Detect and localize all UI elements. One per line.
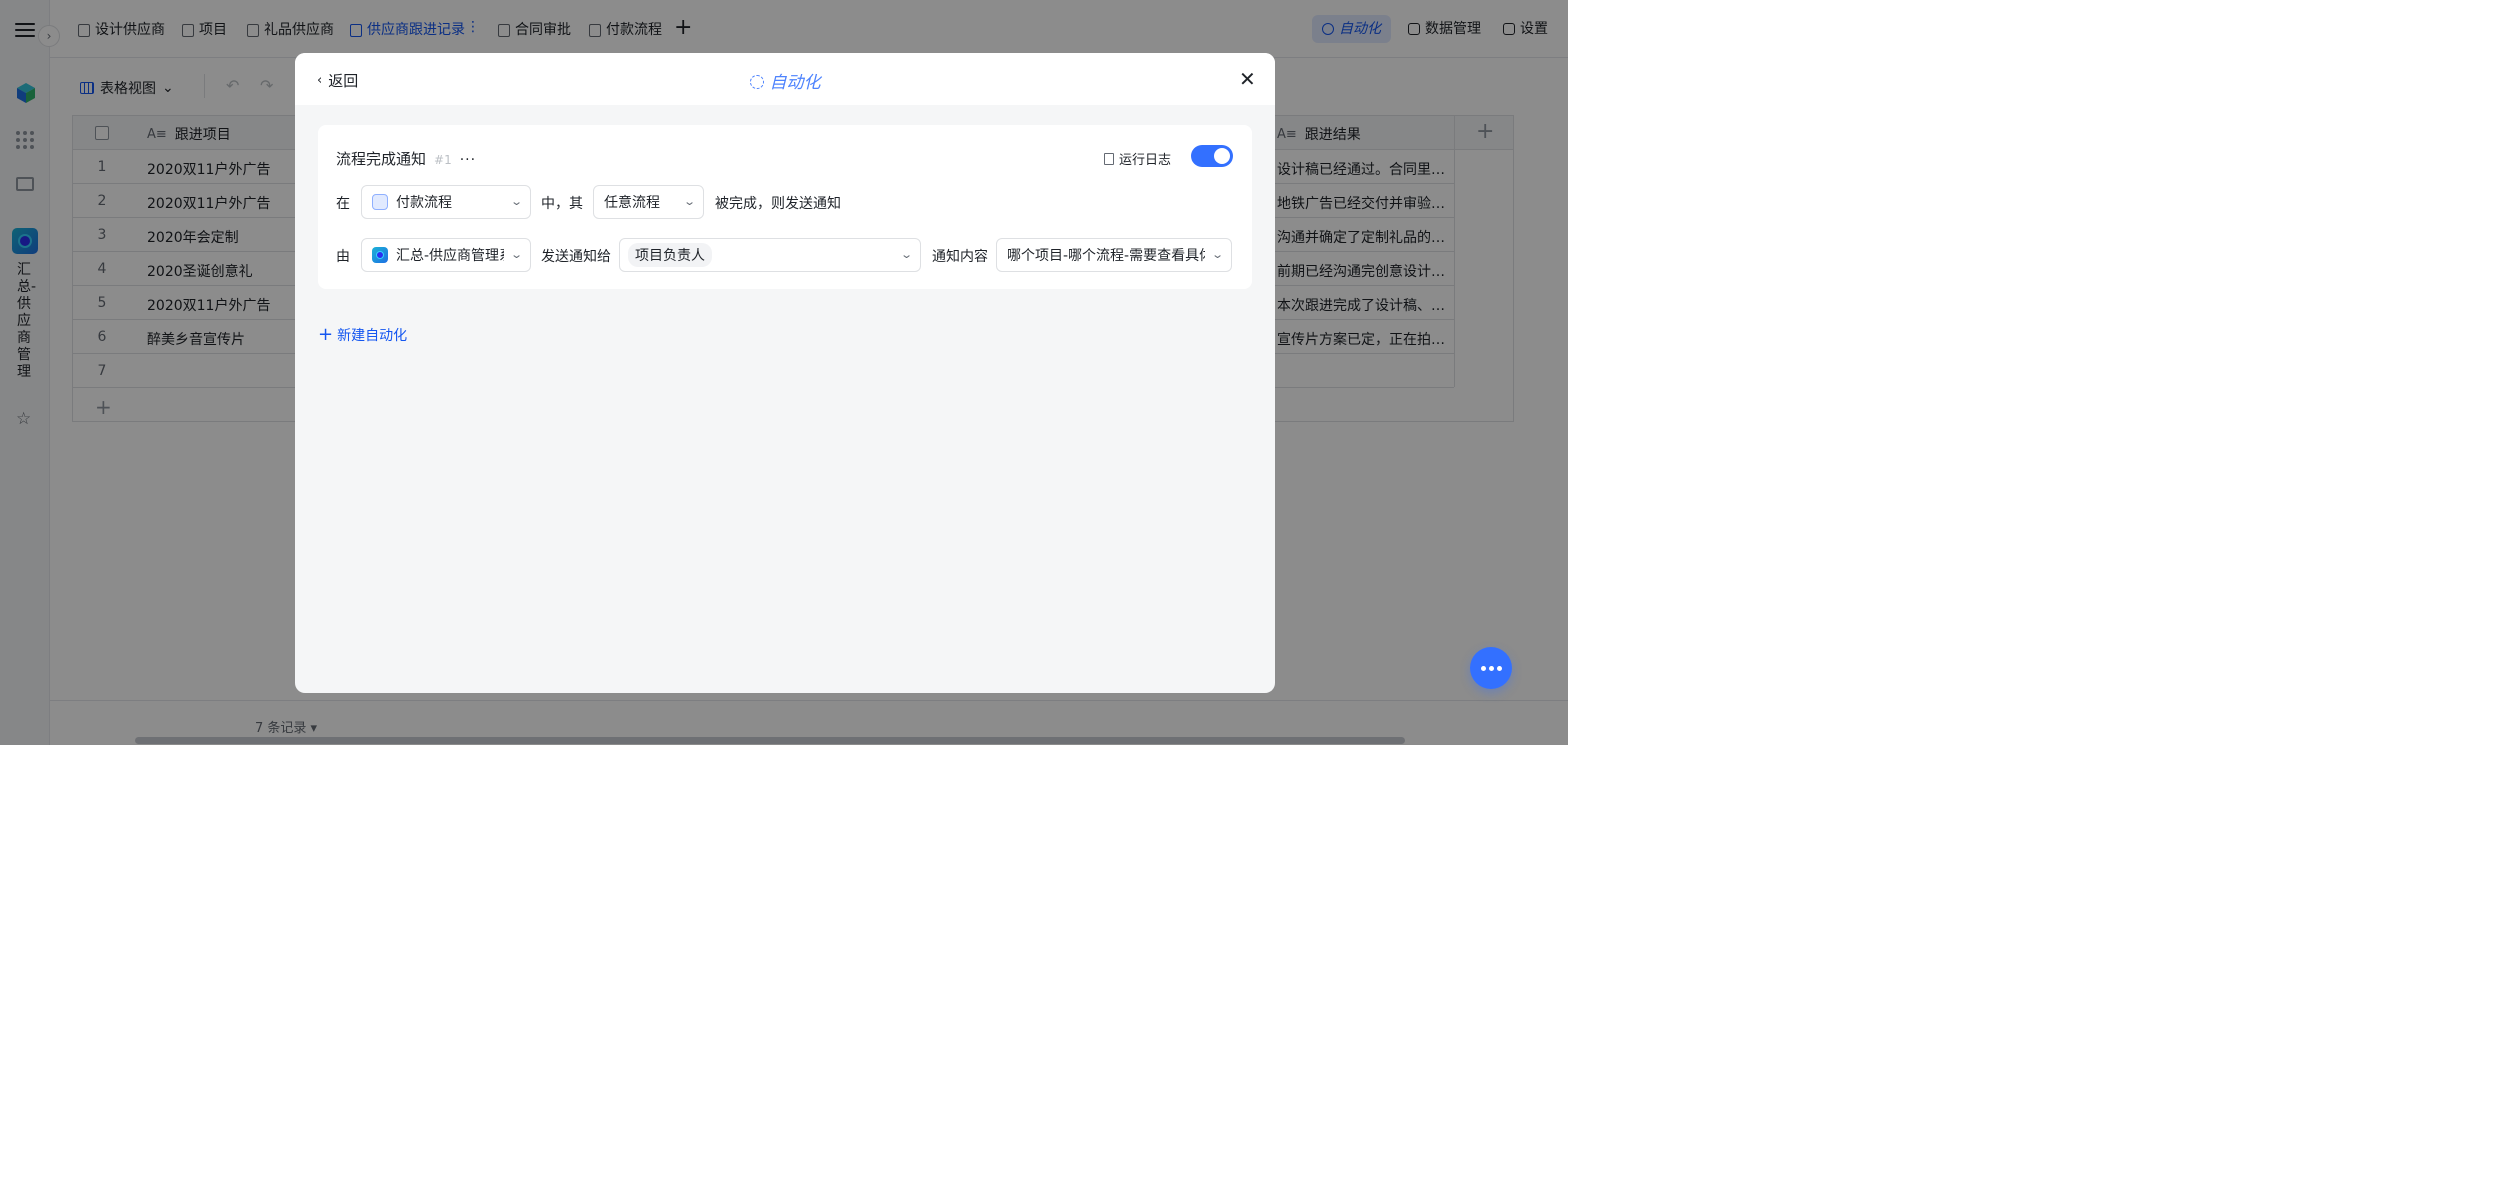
content-label: 通知内容 — [932, 249, 988, 265]
plus-icon: + — [318, 324, 334, 345]
new-automation-label: 新建自动化 — [337, 328, 408, 344]
sender-select[interactable]: 汇总-供应商管理系统 ⌄ — [361, 238, 531, 272]
flow-select-value: 付款流程 — [396, 195, 452, 211]
rule-title: 流程完成通知 #1 ··· — [336, 148, 476, 169]
recipient-select[interactable]: 项目负责人 ⌄ — [619, 238, 921, 272]
by-label: 由 — [336, 249, 350, 265]
run-log-label: 运行日志 — [1119, 153, 1172, 168]
send-to-label: 发送通知给 — [541, 249, 611, 265]
any-flow-select-value: 任意流程 — [604, 195, 660, 211]
chevron-down-icon: ⌄ — [509, 195, 523, 208]
modal-header: ‹ 返回 自动化 ✕ — [295, 53, 1275, 105]
flow-select[interactable]: 付款流程 ⌄ — [361, 185, 531, 219]
rule-number: #1 — [434, 153, 452, 167]
middle-label: 中，其 — [541, 196, 583, 212]
chevron-down-icon: ⌄ — [509, 248, 523, 261]
modal-title-text: 自动化 — [769, 73, 821, 93]
chevron-down-icon: ⌄ — [682, 195, 696, 208]
sender-select-value: 汇总-供应商管理系统 — [396, 248, 504, 264]
run-log-button[interactable]: 运行日志 — [1104, 149, 1171, 168]
close-icon[interactable]: ✕ — [1239, 69, 1256, 89]
clipboard-icon — [1104, 152, 1114, 165]
chevron-down-icon: ⌄ — [1210, 248, 1224, 261]
rule-enabled-toggle[interactable] — [1191, 145, 1233, 167]
app-icon — [372, 247, 388, 263]
new-automation-button[interactable]: + 新建自动化 — [318, 325, 407, 345]
assistant-fab-button[interactable] — [1470, 647, 1512, 689]
automation-modal: ‹ 返回 自动化 ✕ 流程完成通知 #1 ··· 运行日志 在 付款流程 ⌄ 中，… — [295, 53, 1275, 693]
automation-icon — [749, 75, 764, 89]
completed-label: 被完成，则发送通知 — [715, 196, 841, 212]
automation-rule-card: 流程完成通知 #1 ··· 运行日志 在 付款流程 ⌄ 中，其 任意流程 ⌄ 被… — [318, 125, 1252, 289]
more-options-icon[interactable]: ··· — [460, 152, 476, 168]
any-flow-select[interactable]: 任意流程 ⌄ — [593, 185, 704, 219]
recipient-chip[interactable]: 项目负责人 — [628, 243, 712, 267]
content-select-value: 哪个项目-哪个流程-需要查看具体 — [1007, 248, 1205, 264]
content-select[interactable]: 哪个项目-哪个流程-需要查看具体 ⌄ — [996, 238, 1232, 272]
rule-name[interactable]: 流程完成通知 — [336, 148, 426, 169]
chevron-down-icon: ⌄ — [899, 248, 913, 261]
in-label: 在 — [336, 196, 350, 212]
flow-icon — [372, 194, 388, 210]
modal-title: 自动化 — [295, 68, 1275, 93]
